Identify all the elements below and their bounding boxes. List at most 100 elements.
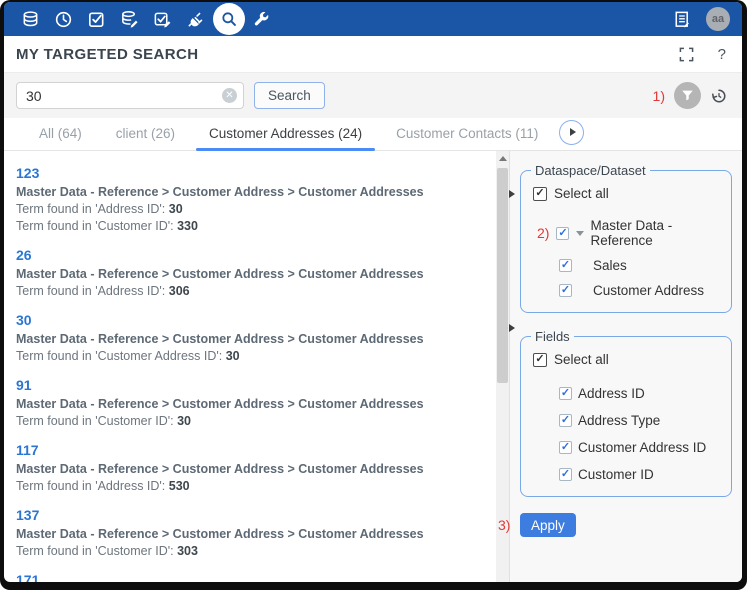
search-input[interactable] — [16, 82, 244, 109]
chevron-right-icon — [570, 128, 576, 136]
arrow-up-icon — [499, 156, 507, 161]
integration-plug-icon[interactable] — [179, 2, 212, 36]
result-link[interactable]: 30 — [16, 312, 490, 328]
tab-customer-contacts[interactable]: Customer Contacts (11) — [383, 126, 551, 150]
dataset-row: Customer Address — [559, 283, 721, 298]
funnel-icon — [681, 89, 694, 102]
page-title: MY TARGETED SEARCH — [16, 46, 199, 63]
search-nav-active[interactable] — [212, 2, 245, 36]
checkbox-label: Select all — [554, 352, 609, 367]
dataspace-root-checkbox[interactable] — [556, 227, 569, 240]
term-match: Term found in 'Address ID': 30 — [16, 201, 490, 218]
dataspace-root-row: 2) Master Data - Reference — [537, 218, 721, 248]
database-icon[interactable] — [14, 2, 47, 36]
term-match: Term found in 'Address ID': 306 — [16, 283, 490, 300]
data-model-edit-icon[interactable] — [113, 2, 146, 36]
result-item: 26 Master Data - Reference > Customer Ad… — [16, 247, 490, 300]
title-bar: MY TARGETED SEARCH ? — [4, 36, 742, 72]
title-bar-actions: ? — [679, 46, 726, 63]
filter-actions: 1) — [653, 82, 730, 109]
annotation-3: 3) — [498, 517, 510, 533]
checkbox-label: Address ID — [578, 386, 645, 401]
field-checkbox[interactable] — [559, 468, 572, 481]
tasks-checkbox-icon[interactable] — [80, 2, 113, 36]
result-link[interactable]: 117 — [16, 442, 490, 458]
fieldset-legend: Fields — [531, 329, 574, 344]
fieldset-legend: Dataspace/Dataset — [531, 163, 650, 178]
search-icon — [213, 3, 245, 35]
term-match: Term found in 'Address ID': 530 — [16, 478, 490, 495]
apply-row: 3) Apply — [520, 513, 732, 537]
user-avatar[interactable]: aa — [706, 7, 730, 31]
scroll-up-button[interactable] — [496, 151, 509, 165]
help-icon[interactable]: ? — [718, 46, 726, 63]
term-match: Term found in 'Customer ID': 30 — [16, 413, 490, 430]
fields-fieldset: Fields Select all Address ID Address Typ… — [520, 329, 732, 497]
result-item: 30 Master Data - Reference > Customer Ad… — [16, 312, 490, 365]
breadcrumb: Master Data - Reference > Customer Addre… — [16, 266, 490, 283]
field-row: Address Type — [559, 413, 721, 428]
field-checkbox[interactable] — [559, 387, 572, 400]
field-checkbox[interactable] — [559, 414, 572, 427]
tab-all[interactable]: All (64) — [26, 126, 95, 150]
result-link[interactable]: 137 — [16, 507, 490, 523]
clock-icon[interactable] — [47, 2, 80, 36]
fields-select-all-row: Select all — [533, 352, 721, 367]
dataset-checkbox[interactable] — [559, 284, 572, 297]
annotation-2: 2) — [537, 225, 549, 241]
validation-edit-icon[interactable] — [146, 2, 179, 36]
dataspace-dataset-fieldset: Dataspace/Dataset Select all 2) Master D… — [520, 163, 732, 313]
screenshot-frame: aa MY TARGETED SEARCH ? ✕ Search 1) — [0, 0, 747, 590]
toolbar-right-cluster: aa — [672, 2, 730, 36]
scrollbar-thumb[interactable] — [497, 168, 508, 383]
fullscreen-icon[interactable] — [679, 47, 694, 62]
dataset-checkbox[interactable] — [559, 259, 572, 272]
result-item: 91 Master Data - Reference > Customer Ad… — [16, 377, 490, 430]
dataspace-select-all-row: Select all — [533, 186, 721, 201]
tree-expand-caret-icon[interactable] — [576, 231, 584, 236]
tab-client[interactable]: client (26) — [103, 126, 188, 150]
reset-history-button[interactable] — [710, 87, 728, 105]
result-link[interactable]: 171 — [16, 572, 490, 582]
result-link[interactable]: 123 — [16, 165, 490, 181]
checkbox-label: Master Data - Reference — [590, 218, 721, 248]
checkbox-label: Customer Address — [593, 283, 704, 298]
field-row: Address ID — [559, 386, 721, 401]
result-link[interactable]: 26 — [16, 247, 490, 263]
checkbox-label: Customer Address ID — [578, 440, 706, 455]
annotation-1: 1) — [653, 88, 665, 104]
top-toolbar: aa — [4, 2, 742, 36]
panel-collapse-handle[interactable] — [509, 190, 515, 198]
tabs-next-button[interactable] — [559, 120, 584, 145]
checkbox-label: Select all — [554, 186, 609, 201]
filter-panel: Dataspace/Dataset Select all 2) Master D… — [509, 151, 742, 582]
result-link[interactable]: 91 — [16, 377, 490, 393]
breadcrumb: Master Data - Reference > Customer Addre… — [16, 526, 490, 543]
clear-search-icon[interactable]: ✕ — [222, 88, 237, 103]
term-match: Term found in 'Customer ID': 303 — [16, 543, 490, 560]
breadcrumb: Master Data - Reference > Customer Addre… — [16, 461, 490, 478]
filter-funnel-button[interactable] — [674, 82, 701, 109]
term-match: Term found in 'Customer ID': 330 — [16, 218, 490, 235]
field-row: Customer ID — [559, 467, 721, 482]
breadcrumb: Master Data - Reference > Customer Addre… — [16, 184, 490, 201]
term-match: Term found in 'Customer Address ID': 30 — [16, 348, 490, 365]
checkbox-label: Customer ID — [578, 467, 654, 482]
content-area: 123 Master Data - Reference > Customer A… — [4, 151, 742, 582]
search-button[interactable]: Search — [254, 82, 325, 109]
field-checkbox[interactable] — [559, 441, 572, 454]
select-all-checkbox[interactable] — [533, 353, 547, 367]
search-input-wrap: ✕ — [16, 82, 244, 109]
search-bar: ✕ Search 1) — [4, 72, 742, 118]
report-list-icon[interactable] — [672, 2, 691, 36]
apply-button[interactable]: Apply — [520, 513, 576, 537]
select-all-checkbox[interactable] — [533, 187, 547, 201]
result-item: 123 Master Data - Reference > Customer A… — [16, 165, 490, 235]
tab-customer-addresses[interactable]: Customer Addresses (24) — [196, 126, 375, 150]
breadcrumb: Master Data - Reference > Customer Addre… — [16, 396, 490, 413]
panel-collapse-handle[interactable] — [509, 324, 515, 332]
result-item: 137 Master Data - Reference > Customer A… — [16, 507, 490, 560]
admin-wrench-icon[interactable] — [245, 2, 278, 36]
search-results-list: 123 Master Data - Reference > Customer A… — [4, 151, 496, 582]
app-window: aa MY TARGETED SEARCH ? ✕ Search 1) — [4, 2, 742, 582]
